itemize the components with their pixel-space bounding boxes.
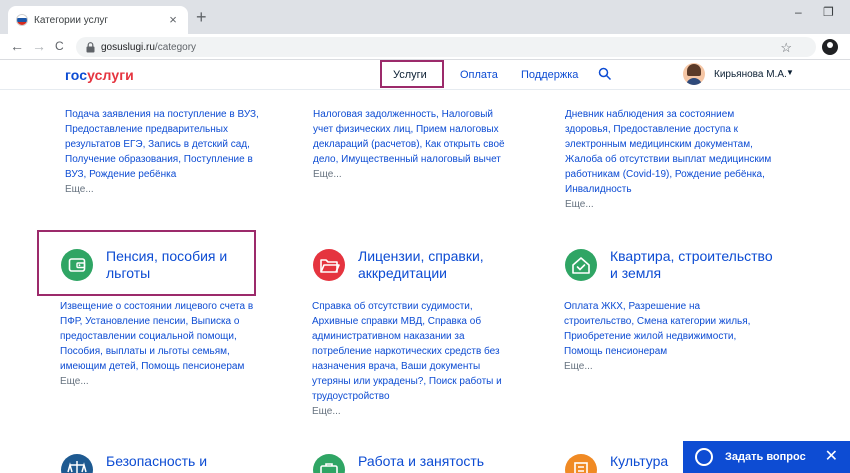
url-host: gosuslugi.ru <box>101 41 155 53</box>
nav-podderzhka[interactable]: Поддержка <box>521 69 578 81</box>
nav-oplata[interactable]: Оплата <box>460 69 498 81</box>
new-tab-button[interactable]: + <box>196 7 207 27</box>
house-icon <box>565 249 597 281</box>
folder-icon <box>313 249 345 281</box>
bookmark-star-icon[interactable]: ☆ <box>780 40 792 56</box>
gosuslugi-logo[interactable]: госуслуги <box>65 67 134 83</box>
browser-tab[interactable]: Категории услуг × <box>8 6 188 34</box>
browser-tabstrip: Категории услуг × + – ❐ <box>0 0 850 34</box>
more-link[interactable]: Еще... <box>60 374 260 389</box>
back-button[interactable]: ← <box>10 38 24 54</box>
tab-title: Категории услуг <box>34 14 109 26</box>
maximize-button[interactable]: ❐ <box>823 5 834 19</box>
user-name[interactable]: Кирьянова М.А. <box>714 69 787 80</box>
category-services-list: Оплата ЖКХ, Разрешение на строительство,… <box>564 299 769 374</box>
category-services-list: Налоговая задолженность, Налоговый учет … <box>313 107 513 182</box>
logo-part-gos: гос <box>65 67 88 83</box>
russia-flag-icon <box>16 14 28 26</box>
reload-button[interactable]: C <box>55 38 64 54</box>
building-icon <box>565 454 597 473</box>
more-link[interactable]: Еще... <box>313 167 513 182</box>
ask-question-widget[interactable]: Задать вопрос ✕ <box>683 441 850 473</box>
category-housing[interactable]: Квартира, строительство и земля <box>564 248 774 282</box>
more-link[interactable]: Еще... <box>312 404 517 419</box>
services-links[interactable]: Дневник наблюдения за состоянием здоровь… <box>565 109 771 195</box>
url-path: /category <box>154 41 197 53</box>
address-bar[interactable]: gosuslugi.ru/category ☆ <box>76 37 816 57</box>
tab-close-icon[interactable]: × <box>166 13 180 27</box>
close-icon[interactable]: ✕ <box>825 449 838 465</box>
minimize-button[interactable]: – <box>795 5 802 19</box>
lock-icon <box>86 41 95 52</box>
url-text: gosuslugi.ru/category <box>101 42 196 53</box>
category-services-list: Дневник наблюдения за состоянием здоровь… <box>565 107 780 212</box>
services-links[interactable]: Подача заявления на поступление в ВУЗ, П… <box>65 109 259 180</box>
profile-icon[interactable] <box>822 39 838 55</box>
category-licenses[interactable]: Лицензии, справки, аккредитации <box>312 248 512 282</box>
category-title[interactable]: Безопасность и <box>106 453 207 470</box>
category-work[interactable]: Работа и занятость <box>312 453 484 473</box>
forward-button[interactable]: → <box>32 38 46 54</box>
category-services-list: Извещение о состоянии лицевого счета в П… <box>60 299 260 389</box>
scales-icon <box>61 454 93 473</box>
nav-highlight-frame <box>380 60 444 88</box>
user-menu-caret-icon[interactable]: ▼ <box>786 68 794 77</box>
logo-part-uslugi: услуги <box>87 67 134 83</box>
user-avatar[interactable] <box>683 63 705 85</box>
category-title[interactable]: Работа и занятость <box>358 453 484 470</box>
category-services-list: Подача заявления на поступление в ВУЗ, П… <box>65 107 265 197</box>
category-services-list: Справка об отсутствии судимости, Архивны… <box>312 299 517 419</box>
category-culture[interactable]: Культура <box>564 453 668 473</box>
more-link[interactable]: Еще... <box>565 197 780 212</box>
chat-bot-icon <box>695 448 713 466</box>
category-security[interactable]: Безопасность и <box>60 453 207 473</box>
selection-highlight-frame <box>37 230 256 296</box>
category-title[interactable]: Квартира, строительство и земля <box>610 248 774 282</box>
category-title[interactable]: Лицензии, справки, аккредитации <box>358 248 512 282</box>
services-links[interactable]: Оплата ЖКХ, Разрешение на строительство,… <box>564 301 750 357</box>
services-links[interactable]: Справка об отсутствии судимости, Архивны… <box>312 301 502 402</box>
more-link[interactable]: Еще... <box>65 182 265 197</box>
services-links[interactable]: Извещение о состоянии лицевого счета в П… <box>60 301 253 372</box>
briefcase-icon <box>313 454 345 473</box>
more-link[interactable]: Еще... <box>564 359 769 374</box>
category-title[interactable]: Культура <box>610 453 668 470</box>
search-icon[interactable] <box>598 67 612 81</box>
services-links[interactable]: Налоговая задолженность, Налоговый учет … <box>313 109 505 165</box>
ask-question-label[interactable]: Задать вопрос <box>725 451 825 463</box>
browser-toolbar: ← → C gosuslugi.ru/category ☆ <box>0 34 850 60</box>
